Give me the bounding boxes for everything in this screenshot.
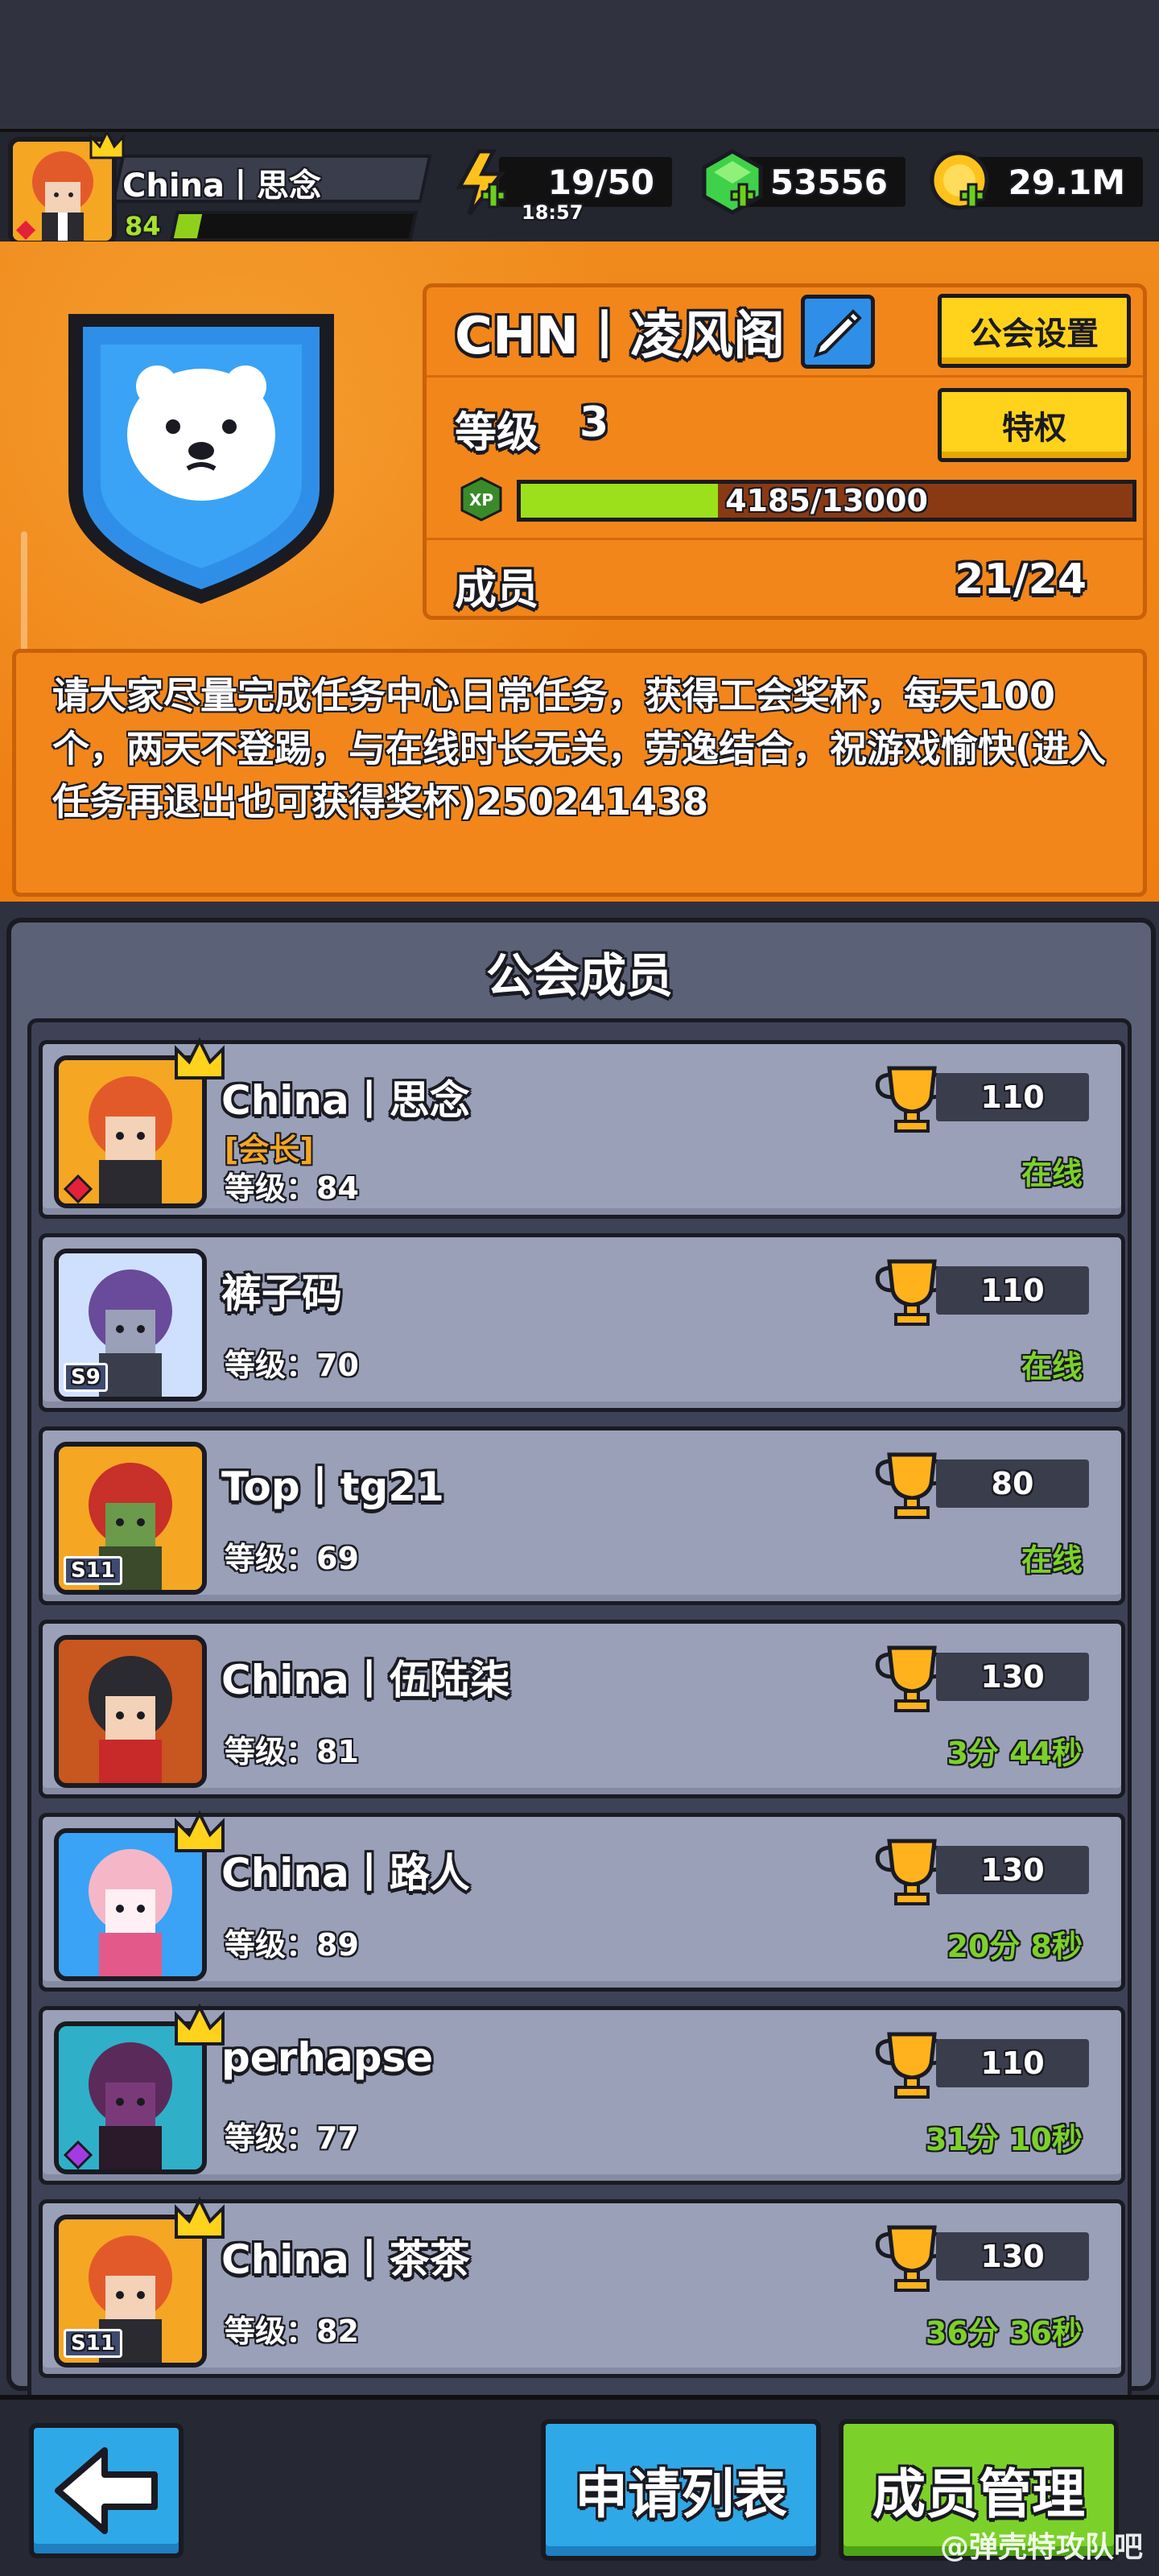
members-panel-title: 公会成员 bbox=[485, 948, 673, 1003]
member-status: 3分 44秒 bbox=[947, 1736, 1083, 1771]
guild-emblem[interactable] bbox=[52, 290, 350, 612]
edit-name-button[interactable] bbox=[801, 295, 875, 369]
member-name: China丨思念 bbox=[221, 1077, 470, 1124]
privilege-button[interactable]: 特权 bbox=[938, 388, 1131, 462]
member-role: [会长] bbox=[225, 1132, 314, 1167]
member-trophies: 110 bbox=[936, 2039, 1089, 2087]
member-row[interactable]: S9 裤子码 等级：70 110 在线 bbox=[39, 1233, 1125, 1412]
player-xp-fill bbox=[173, 214, 203, 238]
members-count-label: 成员 bbox=[455, 566, 539, 614]
guild-xp-text: 4185/13000 bbox=[725, 483, 928, 518]
status-area bbox=[0, 0, 1159, 129]
bear-shield-icon bbox=[68, 314, 334, 604]
member-status: 20分 8秒 bbox=[947, 1929, 1083, 1964]
member-level: 等级：81 bbox=[225, 1734, 359, 1769]
player-xp-bar bbox=[169, 211, 419, 242]
member-row[interactable]: S11 Top丨tg21 等级：69 80 在线 bbox=[39, 1426, 1125, 1605]
member-name: Top丨tg21 bbox=[221, 1463, 444, 1510]
member-avatar[interactable] bbox=[54, 1635, 207, 1788]
member-avatar[interactable]: S11 bbox=[54, 1442, 207, 1595]
guild-level-value: 3 bbox=[580, 398, 609, 447]
season-tag: S11 bbox=[64, 1556, 122, 1585]
watermark: @弹壳特攻队吧 bbox=[939, 2531, 1143, 2564]
crown-icon bbox=[175, 2003, 225, 2046]
member-name: China丨路人 bbox=[221, 1850, 470, 1897]
player-level: 84 bbox=[125, 211, 161, 242]
energy-counter[interactable]: 19/50 bbox=[499, 157, 672, 207]
member-level: 等级：70 bbox=[225, 1348, 359, 1383]
energy-icon bbox=[456, 149, 506, 216]
energy-value: 19/50 bbox=[547, 162, 654, 202]
member-trophies: 110 bbox=[936, 1073, 1089, 1121]
member-trophies: 80 bbox=[936, 1459, 1089, 1508]
member-level: 等级：84 bbox=[225, 1170, 359, 1206]
coin-icon bbox=[930, 151, 989, 210]
arrow-left-icon bbox=[55, 2447, 158, 2534]
member-level: 等级：82 bbox=[225, 2314, 359, 2349]
crown-icon bbox=[175, 1037, 225, 1080]
crown-icon bbox=[89, 129, 125, 159]
member-trophies: 110 bbox=[936, 1266, 1089, 1315]
member-level: 等级：77 bbox=[225, 2120, 359, 2156]
guild-name: CHN丨凌风阁 bbox=[455, 307, 786, 366]
member-level: 等级：69 bbox=[225, 1541, 359, 1576]
member-status: 31分 10秒 bbox=[926, 2122, 1083, 2157]
member-row[interactable]: perhapse 等级：77 110 31分 10秒 bbox=[39, 2003, 1125, 2185]
member-row[interactable]: China丨伍陆柒 等级：81 130 3分 44秒 bbox=[39, 1620, 1125, 1798]
divider bbox=[427, 538, 1143, 540]
guild-settings-button[interactable]: 公会设置 bbox=[938, 294, 1131, 368]
member-status: 36分 36秒 bbox=[926, 2315, 1083, 2351]
member-name: China丨茶茶 bbox=[221, 2236, 470, 2283]
divider bbox=[427, 375, 1143, 378]
member-row[interactable]: China丨思念 [会长] 等级：84 110 在线 bbox=[39, 1037, 1125, 1219]
member-status: 在线 bbox=[1021, 1156, 1083, 1191]
player-name: China丨思念 bbox=[122, 167, 322, 204]
member-row[interactable]: S11 China丨茶茶 等级：82 130 36分 36秒 bbox=[39, 2196, 1125, 2378]
member-name: 裤子码 bbox=[221, 1270, 342, 1317]
back-button[interactable] bbox=[29, 2423, 184, 2558]
member-level: 等级：89 bbox=[225, 1927, 359, 1963]
xp-icon-label: XP bbox=[469, 490, 493, 510]
member-avatar[interactable]: S9 bbox=[54, 1249, 207, 1402]
crown-icon bbox=[175, 2196, 225, 2239]
guild-announcement: 请大家尽量完成任务中心日常任务，获得工会奖杯，每天100个，两天不登踢，与在线时… bbox=[12, 649, 1147, 897]
gem-icon bbox=[702, 149, 763, 215]
member-trophies: 130 bbox=[936, 2232, 1089, 2281]
coin-value: 29.1M bbox=[1008, 162, 1125, 202]
xp-icon: XP bbox=[460, 477, 502, 522]
character-avatar-icon bbox=[59, 1640, 202, 1783]
member-name: perhapse bbox=[221, 2034, 434, 2081]
member-status: 在线 bbox=[1021, 1349, 1083, 1385]
member-status: 在线 bbox=[1021, 1542, 1083, 1578]
guild-level-label: 等级 bbox=[455, 409, 539, 457]
crown-icon bbox=[175, 1810, 225, 1852]
gem-value: 53556 bbox=[769, 162, 888, 202]
energy-timer: 18:57 bbox=[522, 201, 584, 224]
members-count-value: 21/24 bbox=[955, 555, 1087, 604]
season-tag: S9 bbox=[64, 1363, 108, 1392]
member-row[interactable]: China丨路人 等级：89 130 20分 8秒 bbox=[39, 1810, 1125, 1992]
member-name: China丨伍陆柒 bbox=[221, 1657, 510, 1703]
member-trophies: 130 bbox=[936, 1846, 1089, 1894]
member-trophies: 130 bbox=[936, 1653, 1089, 1701]
pencil-icon bbox=[813, 309, 862, 358]
season-tag: S11 bbox=[64, 2329, 122, 2358]
apply-list-button[interactable]: 申请列表 bbox=[541, 2419, 821, 2561]
